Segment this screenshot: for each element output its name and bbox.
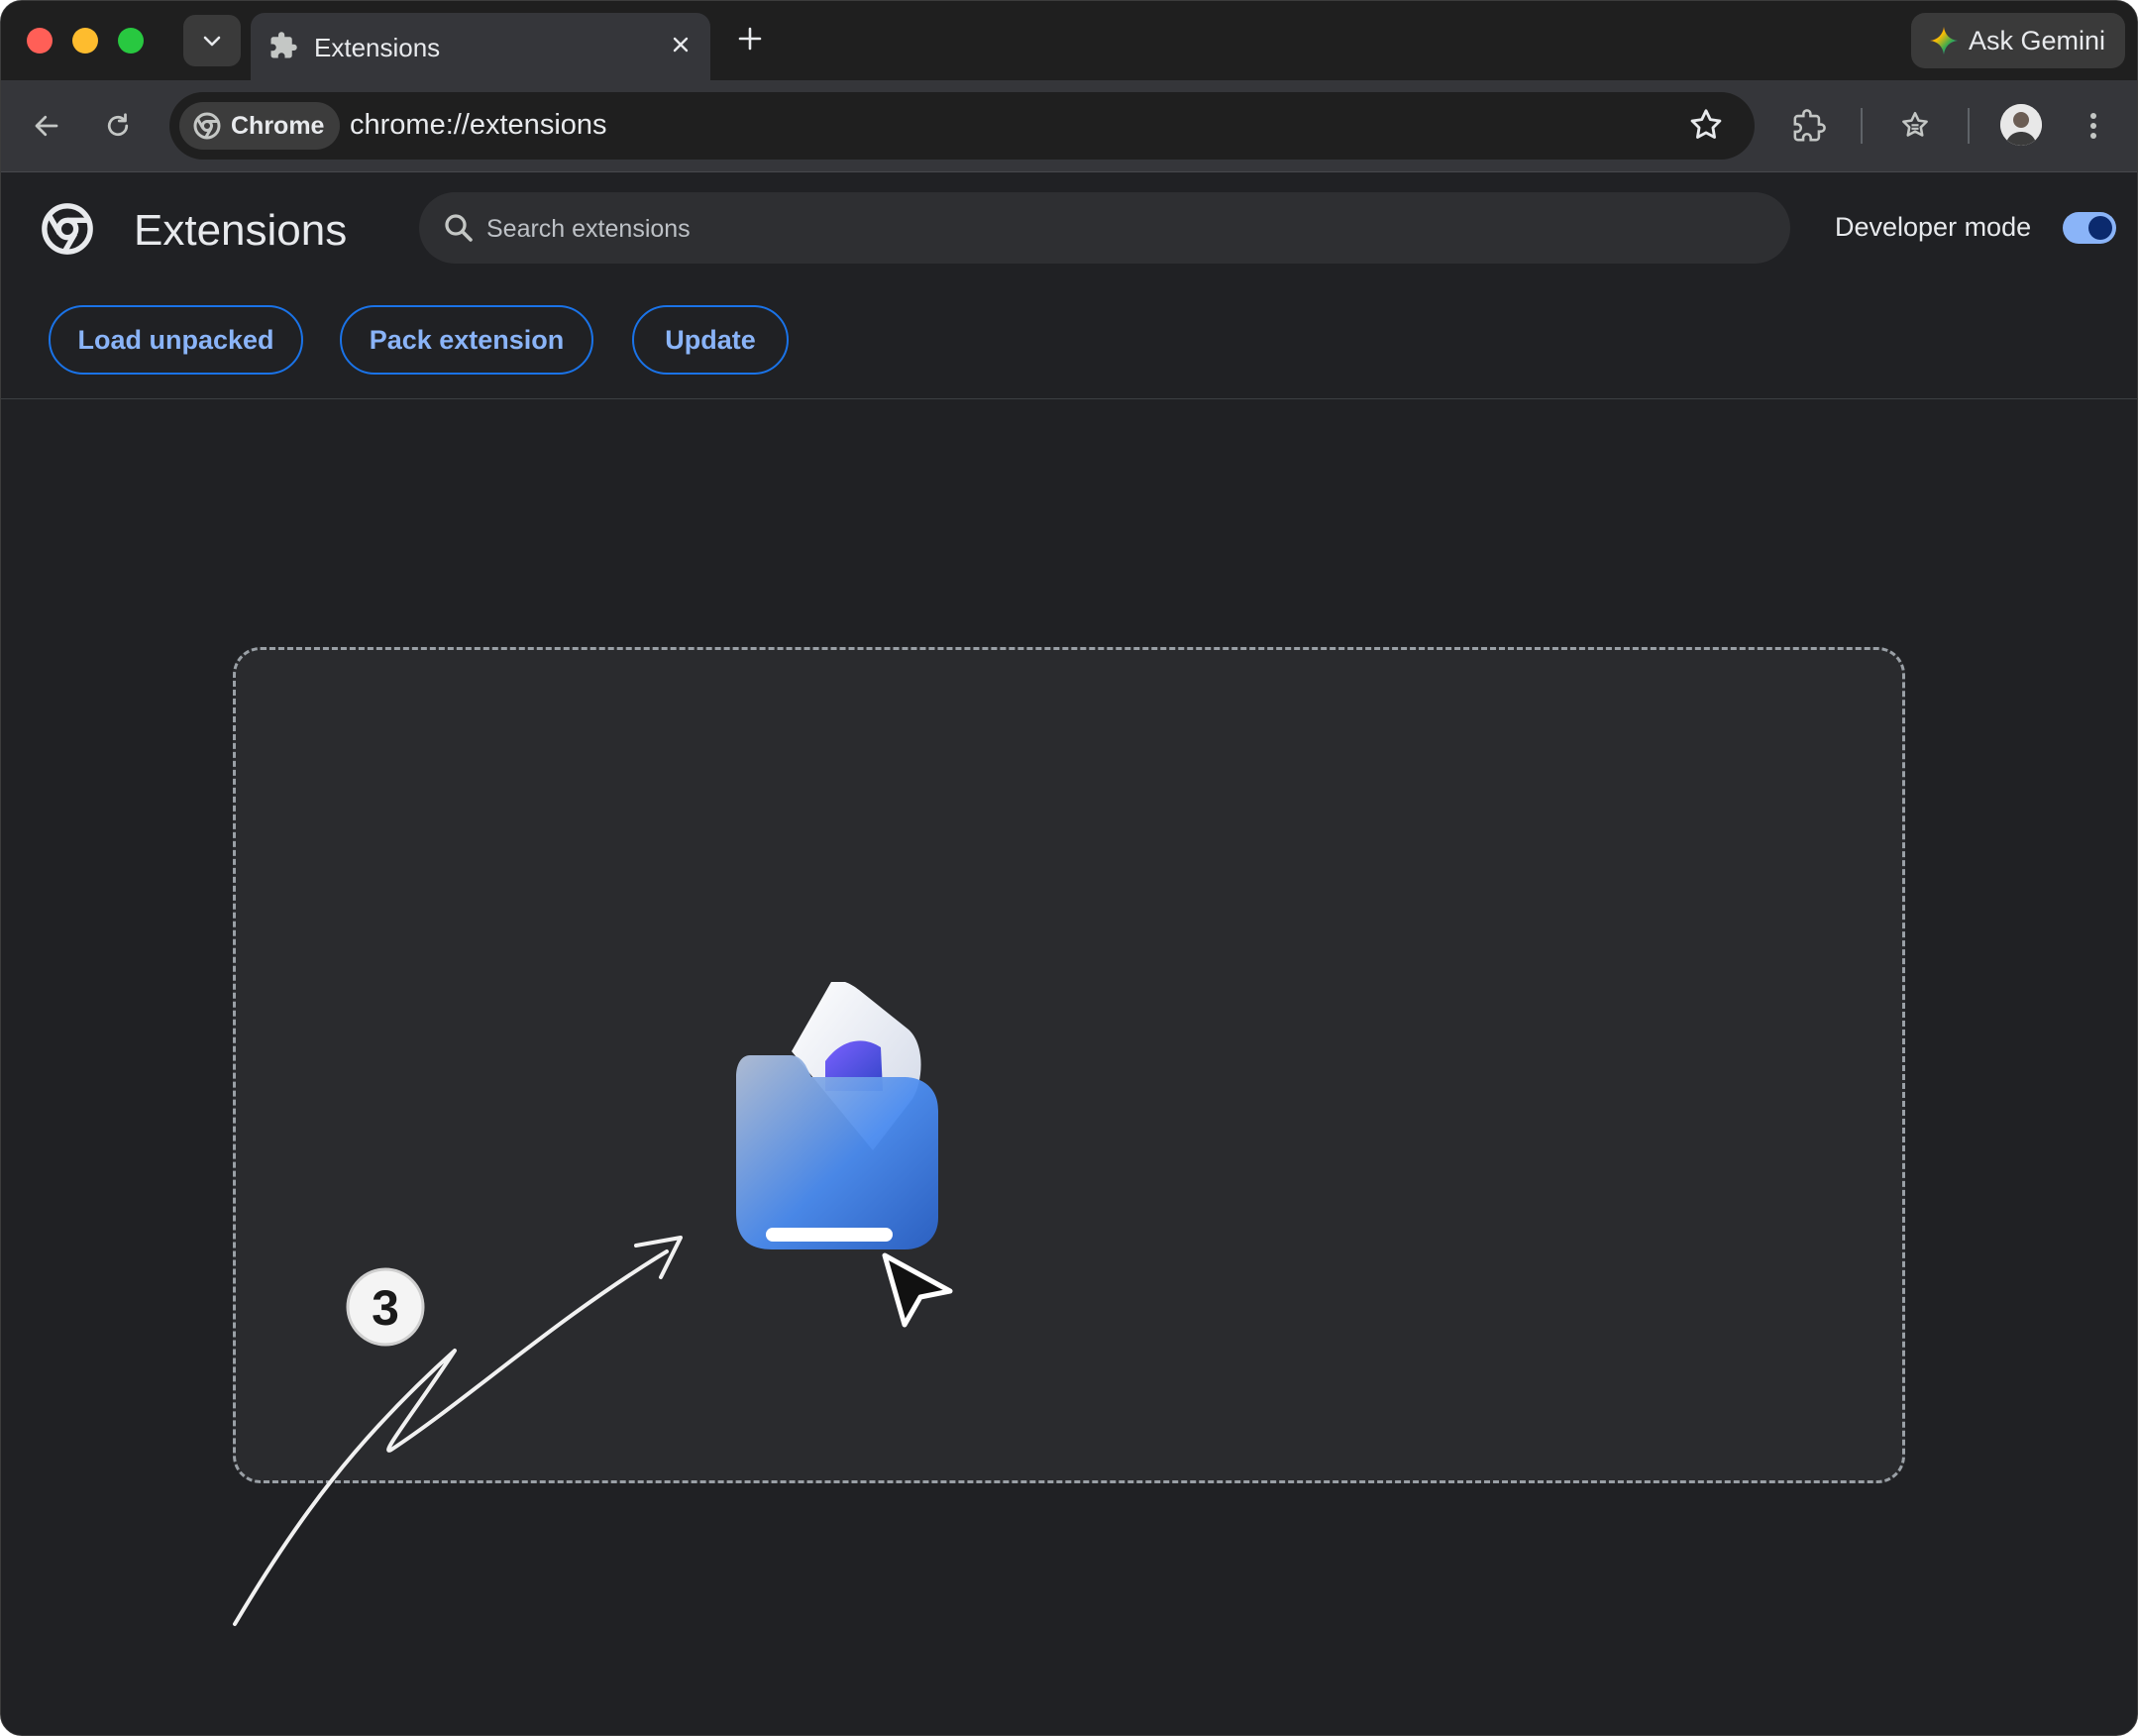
close-icon xyxy=(673,37,689,53)
more-vert-icon xyxy=(2090,113,2096,139)
new-tab-button[interactable] xyxy=(732,21,768,56)
pack-extension-button[interactable]: Pack extension xyxy=(340,305,593,375)
star-icon xyxy=(1690,109,1722,139)
reload-icon xyxy=(107,113,129,137)
back-button[interactable] xyxy=(27,106,66,146)
tab-strip: Extensions Ask Gemini xyxy=(1,1,2137,80)
address-bar[interactable]: Chrome chrome://extensions xyxy=(169,92,1755,160)
browser-window: Extensions Ask Gemini Chrome chrome://ex… xyxy=(0,0,2138,1736)
extensions-header: Extensions Developer mode Load unpacked … xyxy=(1,172,2137,399)
puzzle-icon xyxy=(270,32,297,58)
developer-mode-label: Developer mode xyxy=(1835,212,2032,242)
chrome-logo-icon xyxy=(193,112,221,140)
avatar[interactable] xyxy=(2000,104,2042,146)
search-bar[interactable] xyxy=(419,192,1790,266)
reload-button[interactable] xyxy=(98,106,138,146)
page-title: Extensions xyxy=(134,206,348,255)
tab-extensions[interactable]: Extensions xyxy=(251,13,710,80)
site-info-chip[interactable]: Chrome xyxy=(179,102,341,150)
close-tab-button[interactable] xyxy=(665,29,696,60)
browser-toolbar: Chrome chrome://extensions xyxy=(1,80,2137,172)
toggle-knob xyxy=(2088,216,2112,240)
load-unpacked-button[interactable]: Load unpacked xyxy=(49,305,303,375)
gemini-spark-icon xyxy=(1929,27,1958,54)
developer-mode-toggle[interactable] xyxy=(2063,212,2116,244)
toolbar-divider xyxy=(1968,108,1970,144)
extensions-menu-button[interactable] xyxy=(1789,106,1829,146)
url-text[interactable]: chrome://extensions xyxy=(350,109,607,142)
tab-title: Extensions xyxy=(314,33,441,62)
site-chip-label: Chrome xyxy=(231,111,325,140)
chrome-logo-icon xyxy=(42,203,93,255)
ask-gemini-label: Ask Gemini xyxy=(1968,25,2105,55)
close-window-button[interactable] xyxy=(27,28,53,54)
search-input[interactable] xyxy=(484,192,1757,266)
toolbar-divider xyxy=(1861,108,1863,144)
back-arrow-icon xyxy=(35,115,58,137)
drop-zone[interactable] xyxy=(233,647,1905,1483)
profile-picture-icon xyxy=(2000,104,2042,146)
folder-icon xyxy=(736,982,938,1249)
bookmark-button[interactable] xyxy=(1687,106,1725,149)
reading-list-button[interactable] xyxy=(1895,106,1935,146)
update-button[interactable]: Update xyxy=(632,305,789,375)
tab-search-button[interactable] xyxy=(183,15,241,66)
plus-icon xyxy=(738,27,762,51)
search-icon xyxy=(445,214,473,242)
cursor-icon xyxy=(882,1252,953,1328)
maximize-window-button[interactable] xyxy=(118,28,144,54)
more-menu-button[interactable] xyxy=(2074,106,2113,146)
ask-gemini-button[interactable]: Ask Gemini xyxy=(1910,13,2125,68)
extensions-icon xyxy=(1793,109,1826,142)
reading-list-icon xyxy=(1902,111,1928,137)
chevron-down-icon xyxy=(203,36,221,47)
minimize-window-button[interactable] xyxy=(72,28,98,54)
